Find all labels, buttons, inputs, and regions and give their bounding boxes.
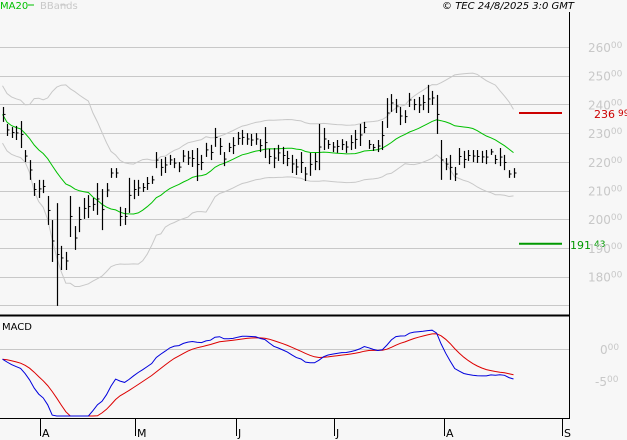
price-tick-label: 19000 <box>588 242 623 256</box>
month-label: M <box>137 427 147 440</box>
macd-line <box>2 329 514 417</box>
bollinger-bands <box>2 72 514 287</box>
price-tick-label: 18000 <box>588 271 623 285</box>
month-label: A <box>42 427 50 440</box>
legend: MA20 BBands <box>0 1 78 12</box>
macd-axis-labels: 000 -500 <box>595 343 619 389</box>
month-axis: AMJJAS <box>40 419 571 440</box>
macd-signal-line <box>2 333 514 417</box>
ma20-line <box>2 114 514 215</box>
price-tick-label: 20000 <box>588 213 623 227</box>
price-tick-label: 22000 <box>588 156 623 170</box>
ohlc-bars <box>2 84 517 306</box>
ma20-path <box>2 114 514 215</box>
month-label: J <box>335 427 339 440</box>
price-tick-label: 23000 <box>588 127 623 141</box>
month-label: A <box>446 427 454 440</box>
price-gridlines <box>0 47 569 306</box>
month-label: S <box>564 427 571 440</box>
copyright-timestamp: © TEC 24/8/2025 3:0 GMT <box>442 1 575 12</box>
month-label: J <box>237 427 241 440</box>
macd-tick-label: -500 <box>595 375 619 389</box>
macd-tick-label: 000 <box>600 343 619 357</box>
price-tick-label: 25000 <box>588 70 623 84</box>
macd-title: MACD <box>2 322 32 333</box>
price-tick-label: 26000 <box>588 41 623 55</box>
macd-lines <box>2 329 514 417</box>
legend-bbands: BBands <box>40 1 78 12</box>
stock-chart: 236 99191 43 26000250002400023000220002100… <box>0 1 627 440</box>
price-axis-labels: 2600025000240002300022000210002000019000… <box>588 41 623 285</box>
price-tick-label: 21000 <box>588 185 623 199</box>
legend-ma20: MA20 <box>0 1 28 12</box>
